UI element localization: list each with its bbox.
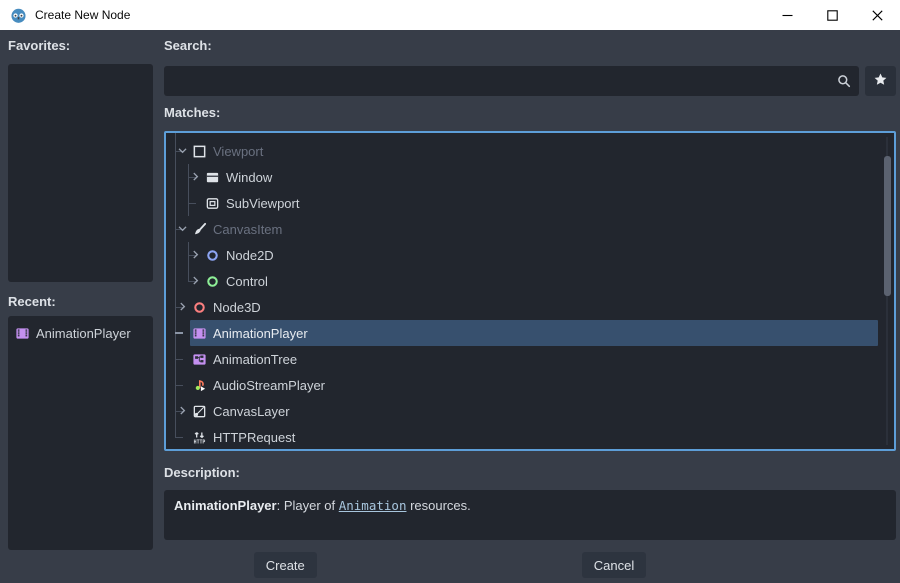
- search-row: [164, 66, 896, 96]
- favorites-label: Favorites:: [8, 38, 153, 54]
- create-new-node-dialog: Create New Node Favorites: Recent: Anima…: [0, 0, 900, 583]
- control-icon: [205, 274, 220, 289]
- tree-item-label: AnimationTree: [213, 352, 297, 367]
- favorites-list[interactable]: [8, 64, 153, 282]
- chevron-spacer: [189, 196, 203, 210]
- tree-item-animationtree[interactable]: AnimationTree: [166, 346, 880, 372]
- maximize-button[interactable]: [810, 0, 855, 30]
- tree-item-label: Window: [226, 170, 272, 185]
- chevron-spacer: [176, 352, 190, 366]
- animation-player-icon: [192, 326, 207, 341]
- chevron-right-icon: [176, 404, 190, 418]
- canvas-layer-icon: [192, 404, 207, 419]
- title-bar: Create New Node: [0, 0, 900, 30]
- description-box: AnimationPlayer: Player of Animation res…: [164, 490, 896, 540]
- chevron-spacer: [176, 430, 190, 444]
- search-icon: [836, 73, 852, 89]
- favorite-toggle-button[interactable]: [865, 66, 896, 96]
- matches-tree: Viewport Window SubViewport CanvasItem Node2…: [166, 133, 894, 449]
- recent-item[interactable]: AnimationPlayer: [8, 321, 153, 345]
- search-label: Search:: [164, 38, 896, 54]
- tree-item-label: SubViewport: [226, 196, 299, 211]
- left-panel: Favorites: Recent: AnimationPlayer: [8, 38, 153, 550]
- tree-item-label: Node3D: [213, 300, 261, 315]
- dialog-footer: Create Cancel: [0, 552, 900, 578]
- minimize-icon: [782, 10, 793, 21]
- tree-item-viewport[interactable]: Viewport: [166, 138, 880, 164]
- close-icon: [872, 10, 883, 21]
- chevron-spacer: [176, 326, 190, 340]
- tree-item-label: CanvasItem: [213, 222, 282, 237]
- tree-item-canvaslayer[interactable]: CanvasLayer: [166, 398, 880, 424]
- tree-item-subviewport[interactable]: SubViewport: [166, 190, 880, 216]
- maximize-icon: [827, 10, 838, 21]
- dialog-body: Favorites: Recent: AnimationPlayer Searc…: [0, 30, 900, 550]
- chevron-right-icon: [189, 248, 203, 262]
- recent-list[interactable]: AnimationPlayer: [8, 316, 153, 550]
- chevron-right-icon: [189, 274, 203, 288]
- viewport-icon: [192, 144, 207, 159]
- window-title: Create New Node: [35, 8, 130, 22]
- node3d-icon: [192, 300, 207, 315]
- cancel-button[interactable]: Cancel: [582, 552, 646, 578]
- chevron-down-icon: [176, 222, 190, 236]
- chevron-spacer: [176, 378, 190, 392]
- tree-item-label: Node2D: [226, 248, 274, 263]
- window-controls: [765, 0, 900, 30]
- window-icon: [205, 170, 220, 185]
- godot-logo-icon: [10, 7, 27, 24]
- animation-tree-icon: [192, 352, 207, 367]
- svg-text:HTTP: HTTP: [194, 439, 206, 444]
- tree-item-node2d[interactable]: Node2D: [166, 242, 880, 268]
- description-animation-link[interactable]: Animation: [339, 498, 407, 513]
- tree-item-audiostreamplayer[interactable]: AudioStreamPlayer: [166, 372, 880, 398]
- search-input[interactable]: [164, 66, 859, 96]
- tree-item-animationplayer[interactable]: AnimationPlayer: [166, 320, 880, 346]
- tree-item-httprequest[interactable]: HTTP HTTPRequest: [166, 424, 880, 450]
- close-button[interactable]: [855, 0, 900, 30]
- scrollbar-thumb[interactable]: [884, 156, 891, 296]
- tree-item-label: AnimationPlayer: [213, 326, 308, 341]
- description-label: Description:: [164, 465, 896, 481]
- chevron-down-icon: [176, 144, 190, 158]
- right-panel: Search:: [164, 38, 896, 550]
- animation-player-icon: [15, 326, 30, 341]
- audio-stream-player-icon: [192, 378, 207, 393]
- star-icon: [873, 72, 888, 90]
- tree-item-label: Viewport: [213, 144, 263, 159]
- tree-item-label: Control: [226, 274, 268, 289]
- matches-tree-panel: Viewport Window SubViewport CanvasItem Node2…: [164, 131, 896, 451]
- chevron-right-icon: [189, 170, 203, 184]
- search-input-wrap: [164, 66, 859, 96]
- tree-item-label: CanvasLayer: [213, 404, 290, 419]
- description-suffix: resources.: [406, 498, 470, 513]
- minimize-button[interactable]: [765, 0, 810, 30]
- canvasitem-icon: [192, 222, 207, 237]
- description-text: : Player of: [277, 498, 339, 513]
- recent-label: Recent:: [8, 294, 153, 310]
- tree-item-label: HTTPRequest: [213, 430, 295, 445]
- tree-item-label: AudioStreamPlayer: [213, 378, 325, 393]
- node2d-icon: [205, 248, 220, 263]
- tree-item-canvasitem[interactable]: CanvasItem: [166, 216, 880, 242]
- tree-item-window[interactable]: Window: [166, 164, 880, 190]
- description-class-name: AnimationPlayer: [174, 498, 277, 513]
- create-button[interactable]: Create: [254, 552, 317, 578]
- chevron-right-icon: [176, 300, 190, 314]
- recent-item-label: AnimationPlayer: [36, 326, 131, 341]
- tree-item-node3d[interactable]: Node3D: [166, 294, 880, 320]
- subviewport-icon: [205, 196, 220, 211]
- matches-label: Matches:: [164, 105, 896, 121]
- http-request-icon: HTTP: [192, 430, 207, 445]
- tree-item-control[interactable]: Control: [166, 268, 880, 294]
